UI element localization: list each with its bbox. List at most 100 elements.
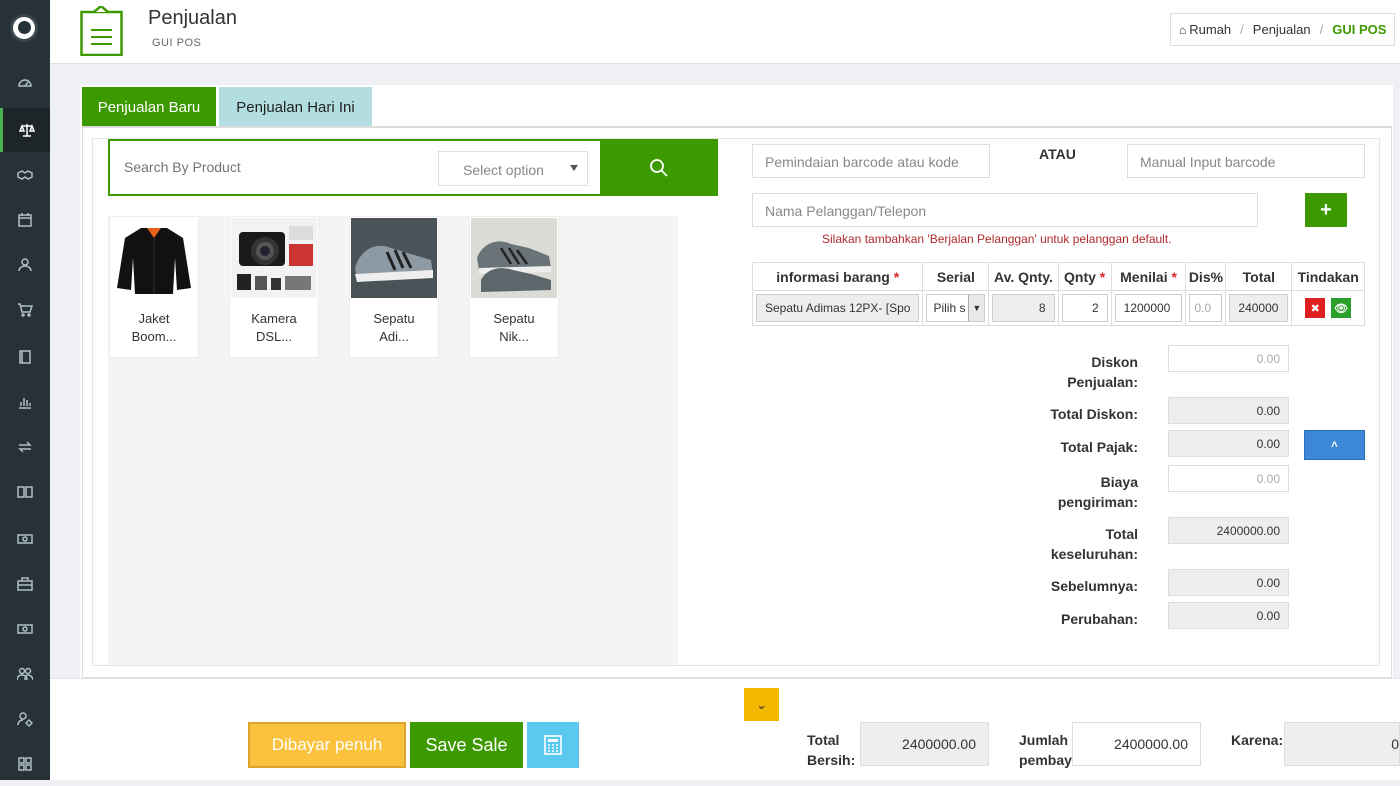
remove-item-button[interactable]: ✖ xyxy=(1305,298,1326,318)
page-subtitle: GUI POS xyxy=(152,37,202,49)
collapse-button[interactable]: ˄ xyxy=(1304,430,1365,460)
qty-input[interactable]: 2 xyxy=(1061,294,1108,322)
calendar-icon[interactable] xyxy=(0,198,50,242)
net-total-label: Total Bersih: xyxy=(807,732,856,768)
total-discount-field: 0.00 xyxy=(1168,397,1289,424)
tab-bar: Penjualan Baru Penjualan Hari Ini xyxy=(82,87,375,127)
change-field: 0.00 xyxy=(1168,602,1289,629)
search-button[interactable] xyxy=(600,141,718,194)
money-icon[interactable] xyxy=(0,607,50,651)
grid-icon[interactable] xyxy=(0,742,50,786)
tab-new-sale[interactable]: Penjualan Baru xyxy=(82,87,216,127)
product-card[interactable]: Sepatu Nik... xyxy=(469,216,559,358)
tab-today-sales[interactable]: Penjualan Hari Ini xyxy=(219,87,372,127)
col-actions: Tindakan xyxy=(1291,262,1365,291)
pay-full-button[interactable]: Dibayar penuh xyxy=(248,722,406,768)
plus-icon: + xyxy=(1320,198,1332,221)
handshake-icon[interactable] xyxy=(0,153,50,197)
product-name-line2: Nik... xyxy=(499,329,529,344)
price-input[interactable]: 1200000 xyxy=(1114,294,1183,322)
breadcrumb-separator: / xyxy=(1240,22,1244,37)
product-grid: Jaket Boom... Kamera DSL... Sepatu Adi..… xyxy=(108,216,678,665)
product-card[interactable]: Jaket Boom... xyxy=(109,216,199,358)
search-icon xyxy=(650,158,668,177)
breadcrumb-current: GUI POS xyxy=(1332,22,1387,37)
shipping-cost-label: Biaya pengiriman: xyxy=(1057,474,1138,510)
dashboard-icon[interactable] xyxy=(0,61,50,105)
cart-icon[interactable] xyxy=(0,288,50,332)
sales-discount-input[interactable]: 0.00 xyxy=(1168,345,1289,372)
manual-barcode-input[interactable]: Manual Input barcode xyxy=(1127,144,1365,178)
home-icon: ⌂ xyxy=(1179,22,1187,37)
product-image-shoes-adidas xyxy=(351,218,437,298)
caret-down-icon xyxy=(570,165,578,171)
product-image-jacket xyxy=(111,218,197,298)
chevron-up-icon: ˄ xyxy=(1331,439,1338,451)
product-search-input[interactable] xyxy=(124,159,424,175)
product-search-bar: Select option xyxy=(108,139,718,196)
scale-icon[interactable] xyxy=(0,108,50,152)
shipping-cost-input[interactable]: 0.00 xyxy=(1168,465,1289,492)
toggle-footer-button[interactable]: ⌄ xyxy=(744,688,779,721)
col-total: Total xyxy=(1225,262,1293,291)
available-qty-field: 8 xyxy=(992,294,1055,322)
chevron-double-down-icon: ⌄ xyxy=(756,697,767,712)
save-sale-button[interactable]: Save Sale xyxy=(410,722,523,768)
product-name-line1: Sepatu xyxy=(493,311,535,326)
product-card[interactable]: Sepatu Adi... xyxy=(349,216,439,358)
product-image-shoes-nike xyxy=(471,218,557,298)
due-label: Karena: xyxy=(1231,732,1284,748)
breadcrumb-home[interactable]: Rumah xyxy=(1189,22,1231,37)
barcode-input[interactable]: Pemindaian barcode atau kode xyxy=(752,144,990,178)
exchange-icon[interactable] xyxy=(0,425,50,469)
sales-discount-label: Diskon Penjualan: xyxy=(1067,354,1138,390)
col-discount: Dis% xyxy=(1185,262,1227,291)
clipboard-icon xyxy=(80,6,123,56)
line-total-field: 240000 xyxy=(1229,294,1289,322)
settings-user-icon[interactable] xyxy=(0,697,50,741)
user-icon[interactable] xyxy=(0,243,50,287)
book-icon[interactable] xyxy=(0,335,50,379)
change-label: Perubahan: xyxy=(1060,611,1138,627)
col-item-info: informasi barang * xyxy=(751,262,924,291)
user-avatar[interactable] xyxy=(10,14,38,42)
col-serial: Serial xyxy=(922,262,990,291)
category-select[interactable]: Select option xyxy=(438,151,588,186)
product-name-line2: Adi... xyxy=(379,329,409,344)
previous-field: 0.00 xyxy=(1168,569,1289,596)
calculator-button[interactable] xyxy=(527,722,579,768)
total-tax-label: Total Pajak: xyxy=(1060,439,1138,455)
product-name-line2: DSL... xyxy=(255,329,293,344)
grand-total-label: Total keseluruhan: xyxy=(1050,526,1138,562)
product-name-line2: Boom... xyxy=(131,329,177,344)
paid-amount-input[interactable]: 2400000.00 xyxy=(1072,722,1201,766)
product-card[interactable]: Kamera DSL... xyxy=(229,216,319,358)
users-icon[interactable] xyxy=(0,652,50,696)
col-price: Menilai * xyxy=(1110,262,1187,291)
money-icon[interactable] xyxy=(0,517,50,561)
sidebar xyxy=(0,0,50,780)
table-row: Sepatu Adimas 12PX- [Spo Pilih s ▼ 8 2 12… xyxy=(751,290,1365,326)
product-name-line1: Kamera xyxy=(251,311,297,326)
breadcrumb-sales[interactable]: Penjualan xyxy=(1253,22,1311,37)
close-icon: ✖ xyxy=(1310,302,1320,315)
bar-chart-icon[interactable] xyxy=(0,380,50,424)
discount-input[interactable]: 0.0 xyxy=(1189,294,1223,322)
view-item-button[interactable]: 👁 xyxy=(1331,298,1352,318)
breadcrumb: ⌂ Rumah / Penjualan / GUI POS xyxy=(1170,13,1396,46)
or-label: ATAU xyxy=(1039,146,1076,162)
page-title: Penjualan xyxy=(148,7,237,29)
customer-input[interactable]: Nama Pelanggan/Telepon xyxy=(752,193,1258,227)
briefcase-icon[interactable] xyxy=(0,562,50,606)
col-available-qty: Av. Qnty. xyxy=(988,262,1059,291)
product-image-camera xyxy=(231,218,317,298)
customer-hint: Silakan tambahkan 'Berjalan Pelanggan' u… xyxy=(822,232,1172,246)
open-book-icon[interactable] xyxy=(0,470,50,514)
serial-select[interactable]: Pilih s ▼ xyxy=(926,294,986,322)
product-name-line1: Jaket xyxy=(138,311,170,326)
total-discount-label: Total Diskon: xyxy=(1050,406,1138,422)
breadcrumb-separator: / xyxy=(1319,22,1324,37)
col-qty: Qnty * xyxy=(1057,262,1112,291)
add-customer-button[interactable]: + xyxy=(1305,193,1347,227)
cart-table: informasi barang * Serial Av. Qnty. Qnty… xyxy=(751,262,1365,326)
